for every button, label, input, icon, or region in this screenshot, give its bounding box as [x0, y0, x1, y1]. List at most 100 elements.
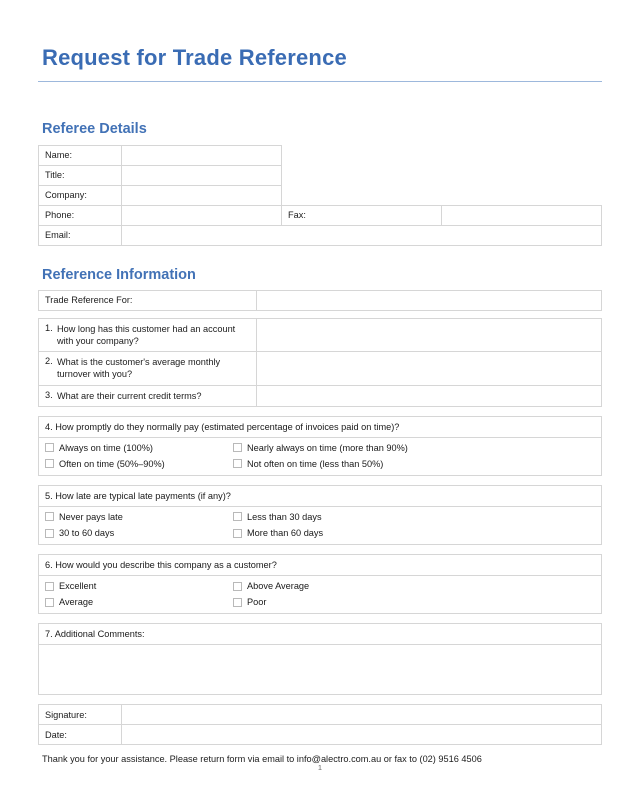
phone-label: Phone: — [38, 204, 122, 226]
question-2-number: 2. — [45, 356, 53, 367]
referee-details-table: Name: Title: Company: Phone: Fax: Email: — [38, 144, 602, 246]
table-row: Company: — [38, 184, 602, 206]
trade-reference-for-label: Trade Reference For: — [38, 289, 257, 311]
checkbox-icon[interactable] — [45, 459, 54, 469]
question-6-heading: 6. How would you describe this company a… — [38, 554, 602, 577]
option-label: Never pays late — [59, 511, 123, 522]
option-label: Less than 30 days — [247, 511, 322, 522]
question-5-options: Never pays late Less than 30 days 30 to … — [38, 506, 602, 546]
checkbox-icon[interactable] — [233, 459, 242, 469]
question-1-answer-field[interactable] — [256, 317, 602, 353]
checkbox-option-always-on-time[interactable]: Always on time (100%) — [45, 443, 233, 453]
question-5-table: 5. How late are typical late payments (i… — [38, 484, 602, 546]
checkbox-icon[interactable] — [45, 512, 54, 522]
checkbox-option-often-on-time[interactable]: Often on time (50%–90%) — [45, 459, 233, 469]
checkbox-icon[interactable] — [233, 597, 242, 607]
checkbox-option-never-pays-late[interactable]: Never pays late — [45, 512, 233, 522]
table-row: 5. How late are typical late payments (i… — [38, 484, 602, 507]
company-label: Company: — [38, 184, 122, 206]
option-label: More than 60 days — [247, 528, 324, 538]
question-1-text: How long has this customer had an accoun… — [57, 323, 236, 347]
question-6-options: Excellent Above Average Average Poor — [38, 575, 602, 615]
table-row: Signature: — [38, 704, 602, 726]
question-2-answer-field[interactable] — [256, 351, 602, 386]
signature-table: Signature: Date: — [38, 704, 602, 746]
fax-label: Fax: — [281, 204, 442, 226]
question-3-answer-field[interactable] — [256, 384, 602, 407]
checkbox-option-excellent[interactable]: Excellent — [45, 581, 233, 591]
checkbox-icon[interactable] — [233, 581, 242, 591]
checkbox-icon[interactable] — [45, 581, 54, 591]
page-title: Request for Trade Reference — [42, 45, 347, 70]
checkbox-option-average[interactable]: Average — [45, 597, 233, 607]
checkbox-option-less-than-30-days[interactable]: Less than 30 days — [233, 512, 595, 522]
checkbox-option-more-than-60-days[interactable]: More than 60 days — [233, 528, 595, 538]
checkbox-icon[interactable] — [45, 443, 54, 453]
question-4-options: Always on time (100%) Nearly always on t… — [38, 437, 602, 476]
title-field[interactable] — [121, 164, 282, 186]
question-7-table: 7. Additional Comments: — [38, 623, 602, 696]
table-row: Always on time (100%) Nearly always on t… — [38, 437, 602, 476]
table-row: 7. Additional Comments: — [38, 623, 602, 646]
checkbox-icon[interactable] — [45, 597, 54, 607]
question-7-heading: 7. Additional Comments: — [38, 623, 602, 646]
question-3-number: 3. — [45, 389, 53, 400]
option-label: Nearly always on time (more than 90%) — [247, 442, 408, 453]
question-2-text: What is the customer's average monthly t… — [57, 357, 221, 380]
table-row: Title: — [38, 164, 602, 186]
question-3-text: What are their current credit terms? — [57, 390, 202, 401]
signature-field[interactable] — [121, 704, 602, 726]
email-label: Email: — [38, 224, 122, 246]
checkbox-icon[interactable] — [233, 443, 242, 453]
table-row — [38, 644, 602, 696]
checkbox-icon[interactable] — [233, 512, 242, 522]
page-number: 1 — [317, 763, 323, 772]
table-row: 2. What is the customer's average monthl… — [38, 351, 602, 386]
table-row: Never pays late Less than 30 days 30 to … — [38, 506, 602, 546]
fax-field[interactable] — [441, 204, 602, 226]
option-label: Excellent — [59, 581, 97, 592]
table-row: 1. How long has this customer had an acc… — [38, 317, 602, 353]
checkbox-option-poor[interactable]: Poor — [233, 597, 595, 607]
question-2-cell: 2. What is the customer's average monthl… — [38, 351, 257, 386]
section-heading-reference-information: Reference Information — [42, 266, 196, 283]
question-1-cell: 1. How long has this customer had an acc… — [38, 317, 257, 353]
additional-comments-field[interactable] — [38, 644, 602, 696]
date-field[interactable] — [121, 724, 602, 746]
table-row: Date: — [38, 724, 602, 746]
question-1-number: 1. — [45, 322, 53, 333]
phone-field[interactable] — [121, 204, 282, 226]
option-label: 30 to 60 days — [59, 528, 115, 538]
trade-reference-for-field[interactable] — [256, 289, 602, 311]
question-4-heading: 4. How promptly do they normally pay (es… — [38, 415, 602, 438]
checkbox-icon[interactable] — [233, 528, 242, 538]
checkbox-option-nearly-always-on-time[interactable]: Nearly always on time (more than 90%) — [233, 443, 595, 453]
section-heading-referee-details: Referee Details — [42, 121, 147, 138]
option-label: Always on time (100%) — [59, 442, 153, 453]
checkbox-icon[interactable] — [45, 528, 54, 538]
table-row: Name: — [38, 144, 602, 166]
option-label: Above Average — [247, 581, 310, 592]
option-label: Not often on time (less than 50%) — [247, 458, 384, 469]
company-field[interactable] — [121, 184, 282, 206]
table-row: Trade Reference For: — [38, 289, 602, 311]
table-row: Phone: Fax: — [38, 204, 602, 226]
name-field[interactable] — [121, 144, 282, 166]
question-3-cell: 3. What are their current credit terms? — [38, 384, 257, 407]
checkbox-option-above-average[interactable]: Above Average — [233, 581, 595, 591]
table-row: 3. What are their current credit terms? — [38, 384, 602, 407]
title-label: Title: — [38, 164, 122, 186]
table-row: Excellent Above Average Average Poor — [38, 575, 602, 615]
checkbox-option-not-often-on-time[interactable]: Not often on time (less than 50%) — [233, 459, 595, 469]
email-field[interactable] — [121, 224, 602, 246]
checkbox-option-30-to-60-days[interactable]: 30 to 60 days — [45, 528, 233, 538]
option-label: Poor — [247, 597, 267, 608]
trade-reference-for-table: Trade Reference For: — [38, 289, 602, 311]
table-row: 6. How would you describe this company a… — [38, 554, 602, 577]
